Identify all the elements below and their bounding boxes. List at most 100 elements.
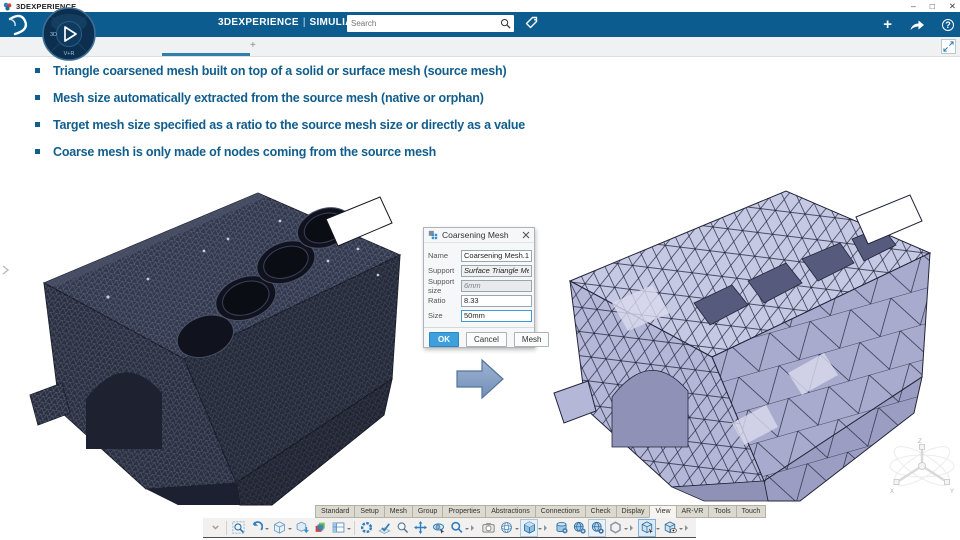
new-tab-button[interactable]: + <box>250 40 256 51</box>
shaded-cube-button[interactable] <box>520 518 538 537</box>
ribbon-tab-check[interactable]: Check <box>584 505 617 518</box>
close-button[interactable]: ✕ <box>949 0 956 12</box>
document-tabstrip: + <box>0 37 960 57</box>
close-icon[interactable] <box>522 231 530 239</box>
maximize-button[interactable]: □ <box>930 0 935 12</box>
fit-arrows-icon <box>943 41 954 52</box>
orbit-icon <box>432 523 444 534</box>
toolbar-separator <box>226 520 227 535</box>
ribbon-tab-abstractions[interactable]: Abstractions <box>485 505 536 518</box>
tag-icon[interactable] <box>524 15 540 31</box>
cube-cursor-button[interactable] <box>638 518 656 537</box>
globe-gear-button[interactable] <box>570 519 588 537</box>
ribbon-tab-touch[interactable]: Touch <box>735 505 767 518</box>
magnifier-icon <box>397 522 408 534</box>
bullet-text: Target mesh size specified as a ratio to… <box>53 118 526 132</box>
view-cube-button[interactable] <box>270 519 288 537</box>
wire-sphere-button[interactable] <box>497 519 515 537</box>
dropdown-caret-icon[interactable] <box>347 528 351 532</box>
name-field-row: Name <box>424 248 534 263</box>
globe-gear-2-button[interactable] <box>588 518 606 537</box>
magnifier-button[interactable] <box>393 519 411 537</box>
brand-name: 3DEXPERIENCE <box>218 17 299 28</box>
dropdown-caret-icon[interactable] <box>465 528 469 532</box>
name-label: Name <box>428 251 449 260</box>
camera-button[interactable] <box>479 519 497 537</box>
svg-text:Y: Y <box>950 488 954 494</box>
size-input[interactable] <box>461 309 532 322</box>
minimize-button[interactable]: – <box>911 0 916 12</box>
overflow-arrow-icon[interactable] <box>630 524 636 531</box>
camera-icon <box>481 522 495 533</box>
share-icon[interactable] <box>909 18 925 31</box>
dassault-3ds-logo-icon[interactable] <box>6 14 30 36</box>
dense-source-mesh-model[interactable] <box>28 187 416 507</box>
size-label: Size <box>428 311 443 320</box>
add-content-button[interactable]: + <box>883 17 892 32</box>
3d-compass[interactable]: 3D V+R <box>42 7 96 61</box>
ribbon-tab-ar-vr[interactable]: AR-VR <box>675 505 710 518</box>
ok-button[interactable]: OK <box>429 332 459 347</box>
table-view-button[interactable] <box>329 519 347 537</box>
view-axis-triad[interactable]: Z X Y <box>885 436 960 494</box>
dropdown-caret-icon[interactable] <box>515 528 519 532</box>
pan-button[interactable] <box>411 519 429 537</box>
mesh-button[interactable]: Mesh <box>513 332 550 347</box>
dropdown-caret-icon[interactable] <box>288 528 292 532</box>
overflow-arrow-icon[interactable] <box>471 524 477 531</box>
export-cube-button[interactable] <box>293 519 311 537</box>
rgb-cube-button[interactable] <box>311 519 329 537</box>
action-toolbar <box>203 518 696 538</box>
cube-eye-button[interactable] <box>661 519 679 537</box>
dropdown-caret-icon[interactable] <box>679 528 683 532</box>
export-cube-icon <box>296 521 309 534</box>
search-q-button[interactable] <box>447 519 465 537</box>
ribbon-tab-display[interactable]: Display <box>615 505 651 518</box>
support-size-label: Support size <box>428 276 455 295</box>
search-icon[interactable] <box>500 18 511 29</box>
active-document-tab[interactable] <box>162 53 250 56</box>
cancel-button[interactable]: Cancel <box>466 332 507 347</box>
check-plane-button[interactable] <box>375 519 393 537</box>
ribbon-tab-standard[interactable]: Standard <box>315 505 356 518</box>
overflow-arrow-icon[interactable] <box>544 524 550 531</box>
search-input[interactable] <box>347 19 500 28</box>
panel-expand-chevron[interactable] <box>1 264 10 276</box>
dropdown-caret-icon[interactable] <box>656 528 660 532</box>
name-input[interactable] <box>461 249 532 262</box>
ribbon-tab-group[interactable]: Group <box>411 505 444 518</box>
cube-eye-icon <box>664 521 677 534</box>
ribbon-tab-tools[interactable]: Tools <box>708 505 737 518</box>
zoom-area-button[interactable] <box>229 519 247 537</box>
window-titlebar: 3DEXPERIENCE – □ ✕ <box>0 0 960 12</box>
undo-button[interactable] <box>247 519 265 537</box>
ribbon-tab-connections[interactable]: Connections <box>534 505 586 518</box>
collapse-chevron-button[interactable] <box>206 519 224 537</box>
support-input[interactable] <box>461 264 532 277</box>
ribbon-tab-mesh[interactable]: Mesh <box>383 505 413 518</box>
gear-ring-button[interactable] <box>357 519 375 537</box>
overflow-arrow-icon[interactable] <box>685 524 691 531</box>
dropdown-caret-icon[interactable] <box>538 528 542 532</box>
orbit-button[interactable] <box>429 519 447 537</box>
dropdown-caret-icon[interactable] <box>624 528 628 532</box>
collapse-chevron-icon <box>211 525 219 530</box>
ribbon-tab-setup[interactable]: Setup <box>354 505 385 518</box>
dialog-titlebar[interactable]: Coarsening Mesh <box>424 228 534 243</box>
nut-button[interactable] <box>606 519 624 537</box>
bullet-item: Mesh size automatically extracted from t… <box>35 90 735 108</box>
fit-to-screen-button[interactable] <box>941 39 956 54</box>
svg-text:Z: Z <box>918 438 922 445</box>
search-box[interactable] <box>347 15 514 32</box>
ribbon-tab-bar: Standard Setup Mesh Group Properties Abstract… <box>315 505 767 518</box>
undo-icon <box>252 521 263 531</box>
help-button[interactable]: ? <box>942 18 954 31</box>
cylinder-gear-button[interactable] <box>552 519 570 537</box>
dropdown-caret-icon[interactable] <box>265 528 269 532</box>
ribbon-tab-properties[interactable]: Properties <box>442 505 487 518</box>
toolbar-separator <box>354 520 355 535</box>
ratio-input[interactable] <box>461 294 532 307</box>
coarsening-mesh-icon <box>428 230 438 240</box>
ribbon-tab-view[interactable]: View <box>649 505 677 518</box>
transition-arrow <box>456 358 504 400</box>
